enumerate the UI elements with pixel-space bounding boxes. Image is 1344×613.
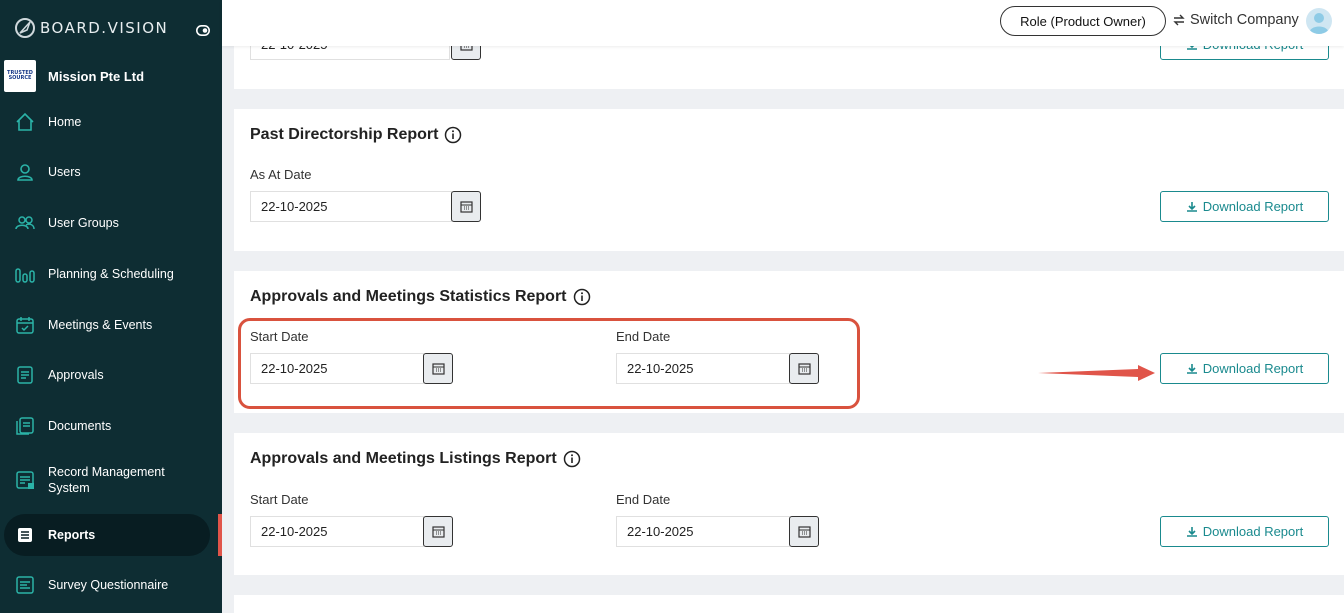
card-title: Past Directorship Report (250, 126, 462, 144)
sidebar-item-reports[interactable]: Reports (4, 514, 210, 556)
record-management-icon (16, 471, 34, 489)
sidebar-item-users[interactable]: Users (4, 151, 210, 193)
top-header: Role (Product Owner) Switch Company (222, 0, 1344, 46)
download-label: Download Report (1202, 361, 1304, 376)
report-card-past-directorship: Past Directorship Report As At Date 22-1… (234, 109, 1344, 251)
company-name: Mission Pte Ltd (48, 68, 145, 84)
end-date-label: End Date (616, 492, 671, 507)
download-icon (1186, 201, 1197, 212)
sidebar-active-indicator (218, 514, 222, 556)
info-icon[interactable] (573, 288, 591, 306)
sidebar-item-record-management[interactable]: Record Management System (4, 459, 210, 501)
sidebar: BOARD.VISION TRUSTED SOURCE Mission Pte … (0, 0, 222, 613)
download-label: Download Report (1202, 524, 1304, 539)
sidebar-item-label: Approvals (48, 368, 104, 382)
card-title-text: Approvals and Meetings Listings Report (250, 450, 557, 467)
card-title: Approvals and Meetings Statistics Report (250, 288, 591, 306)
as-at-date-label: As At Date (250, 167, 312, 182)
start-calendar-button[interactable] (423, 516, 453, 547)
card-title-text: Approvals and Meetings Statistics Report (250, 288, 567, 305)
download-icon (1186, 363, 1197, 374)
sidebar-item-label: Survey Questionnaire (48, 578, 169, 592)
user-avatar-icon (1309, 13, 1329, 34)
calendar-icon (431, 526, 445, 538)
start-date-label: Start Date (250, 492, 309, 507)
documents-icon (16, 417, 34, 435)
sidebar-item-home[interactable]: Home (4, 101, 210, 143)
sidebar-item-label: Users (48, 165, 81, 179)
board-vision-logo-icon (15, 18, 35, 38)
sidebar-item-documents[interactable]: Documents (4, 405, 210, 447)
user-group-icon (15, 216, 35, 230)
swap-icon (1173, 14, 1185, 26)
approval-document-icon (17, 366, 33, 384)
calendar-button[interactable] (451, 191, 481, 222)
card-title: Approvals and Meetings Listings Report (250, 450, 581, 468)
report-card-next (234, 595, 1344, 613)
calendar-icon (797, 526, 811, 538)
home-icon (16, 112, 34, 131)
highlight-box (238, 318, 860, 409)
switch-company-label: Switch Company (1190, 12, 1299, 28)
avatar[interactable] (1306, 8, 1332, 34)
download-report-button[interactable]: Download Report (1160, 353, 1329, 384)
role-button[interactable]: Role (Product Owner) (1000, 6, 1166, 36)
company-switcher[interactable]: TRUSTED SOURCE Mission Pte Ltd (4, 60, 144, 92)
info-icon[interactable] (563, 450, 581, 468)
card-title-text: Past Directorship Report (250, 126, 439, 143)
report-card-approvals-meetings-listings: Approvals and Meetings Listings Report S… (234, 433, 1344, 575)
download-report-button[interactable]: Download Report (1160, 191, 1329, 222)
sidebar-item-survey[interactable]: Survey Questionnaire (4, 564, 210, 606)
brand-logo[interactable]: BOARD.VISION (14, 17, 168, 39)
as-at-date-input[interactable]: 22-10-2025 (250, 191, 452, 222)
sidebar-item-label: Planning & Scheduling (48, 267, 174, 281)
user-icon (17, 164, 33, 181)
sidebar-item-label: Record Management System (48, 465, 165, 495)
end-calendar-button[interactable] (789, 516, 819, 547)
company-logo: TRUSTED SOURCE (4, 60, 36, 92)
end-date-input[interactable]: 22-10-2025 (616, 516, 790, 547)
calendar-icon (459, 201, 473, 213)
download-report-button[interactable]: Download Report (1160, 516, 1329, 547)
brand-name: BOARD.VISION (40, 19, 169, 37)
sidebar-item-label: Home (48, 115, 82, 129)
sidebar-item-approvals[interactable]: Approvals (4, 354, 210, 396)
sidebar-item-label: User Groups (48, 216, 119, 230)
bar-chart-icon (15, 268, 35, 283)
calendar-check-icon (16, 317, 34, 334)
download-label: Download Report (1202, 199, 1304, 214)
sidebar-item-label: Documents (48, 419, 112, 433)
start-date-input[interactable]: 22-10-2025 (250, 516, 424, 547)
download-icon (1186, 526, 1197, 537)
toggle-icon[interactable] (196, 25, 210, 36)
sidebar-item-label: Meetings & Events (48, 318, 153, 332)
sidebar-item-planning[interactable]: Planning & Scheduling (4, 253, 210, 295)
sidebar-item-meetings[interactable]: Meetings & Events (4, 304, 210, 346)
sidebar-item-label: Reports (48, 528, 96, 542)
switch-company-button[interactable]: Switch Company (1172, 12, 1299, 28)
info-icon[interactable] (444, 126, 462, 144)
annotation-arrow-icon (1038, 365, 1155, 381)
survey-icon (16, 576, 34, 594)
sidebar-item-user-groups[interactable]: User Groups (4, 202, 210, 244)
reports-icon (18, 528, 32, 542)
